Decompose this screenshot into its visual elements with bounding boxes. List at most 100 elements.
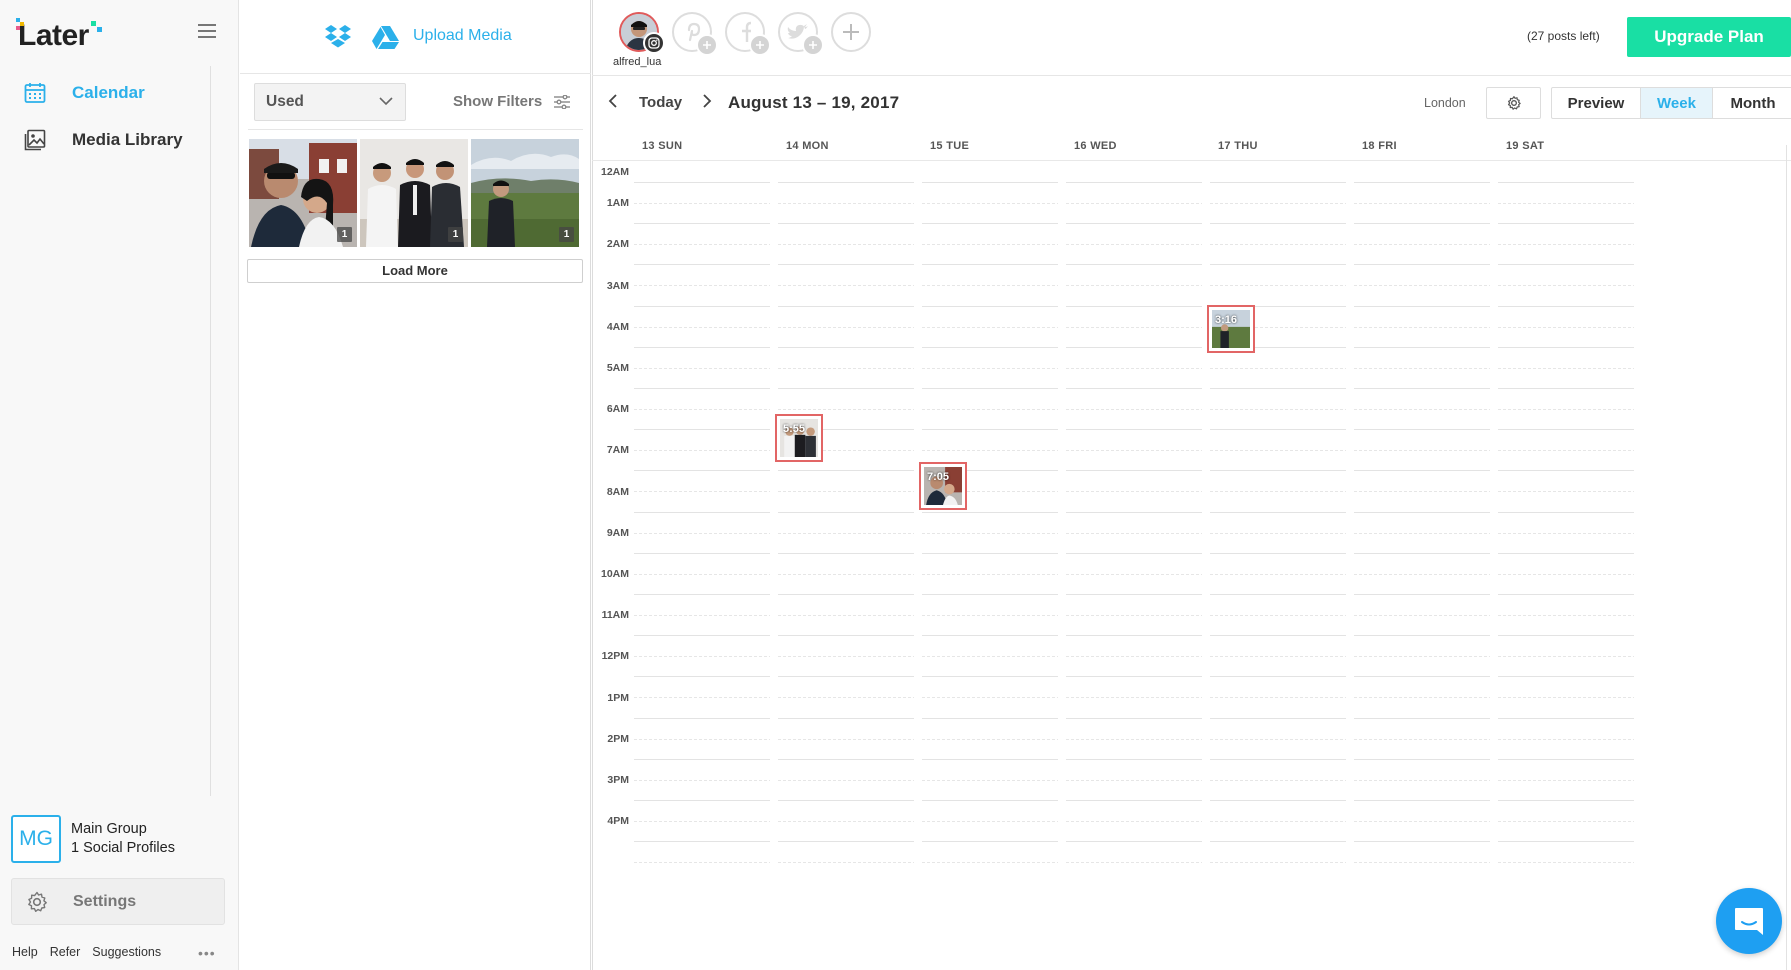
hour-line [1498,470,1634,471]
hour-label: 8AM [606,486,629,498]
group-info: Main Group 1 Social Profiles [71,820,175,858]
hour-line [1354,676,1490,677]
google-drive-icon[interactable] [371,25,400,50]
view-week-button[interactable]: Week [1641,88,1713,118]
half-hour-line [1354,862,1490,863]
hour-line [922,182,1058,183]
later-app: Later Calendar Media Library MG Main Gro… [0,0,1791,970]
suggestions-link[interactable]: Suggestions [92,945,161,959]
hour-line [1066,306,1202,307]
hour-line [1498,841,1634,842]
half-hour-line [1210,533,1346,534]
upgrade-plan-button[interactable]: Upgrade Plan [1627,17,1791,57]
settings-button[interactable]: Settings [11,878,225,925]
chevron-right-icon[interactable] [700,93,714,109]
hamburger-menu-icon[interactable] [198,24,216,38]
sliders-icon [554,94,571,109]
post-thumbnail: 7:05 [924,467,962,505]
half-hour-line [1354,821,1490,822]
add-profile-button[interactable] [831,12,871,52]
media-thumbnail[interactable]: 1 [471,139,579,247]
add-pinterest-profile[interactable] [672,12,718,56]
today-button[interactable]: Today [639,94,682,111]
half-hour-line [1066,574,1202,575]
hour-line [1066,841,1202,842]
more-options-icon[interactable]: ••• [198,945,216,961]
hour-line [634,676,770,677]
half-hour-line [634,656,770,657]
media-thumbnail[interactable]: 1 [249,139,357,247]
view-switcher: Preview Week Month [1551,87,1791,119]
hour-line [778,223,914,224]
half-hour-line [1066,327,1202,328]
media-filter-select[interactable]: Used [254,83,406,121]
hour-line [634,388,770,389]
add-facebook-profile[interactable] [725,12,771,56]
load-more-button[interactable]: Load More [247,259,583,283]
scheduled-post[interactable]: 7:05 [919,462,967,510]
social-profiles-bar: alfred_lua (27 posts left) Upgrade Plan [592,0,1791,76]
half-hour-line [922,862,1058,863]
hour-line [1066,429,1202,430]
calendar-settings-button[interactable] [1486,87,1541,119]
half-hour-line [1210,821,1346,822]
half-hour-line [922,821,1058,822]
post-time: 7:05 [927,471,950,483]
refer-link[interactable]: Refer [50,945,81,959]
hour-line [1210,388,1346,389]
half-hour-line [1066,285,1202,286]
view-month-button[interactable]: Month [1713,88,1791,118]
media-use-count-badge: 1 [559,227,574,242]
hour-label: 6AM [606,403,629,415]
chat-icon [1735,908,1763,935]
day-header: 13 SUN [642,140,683,152]
day-header: 14 MON [786,140,829,152]
scheduled-post[interactable]: 5:55 [775,414,823,462]
half-hour-line [1498,656,1634,657]
timezone-label[interactable]: London [1424,96,1466,110]
show-filters-label: Show Filters [453,93,543,110]
group-switcher[interactable]: MG Main Group 1 Social Profiles [11,815,175,863]
sidebar-item-calendar[interactable]: Calendar [22,80,145,106]
hour-line [1210,759,1346,760]
hour-label: 7AM [606,444,629,456]
view-preview-button[interactable]: Preview [1552,88,1641,118]
hour-line [1354,347,1490,348]
scheduled-post[interactable]: 3:16 [1207,305,1255,353]
half-hour-line [1354,615,1490,616]
hour-line [922,223,1058,224]
half-hour-line [1066,615,1202,616]
media-divider [248,129,583,130]
chat-support-button[interactable] [1716,888,1782,954]
media-use-count-badge: 1 [448,227,463,242]
media-thumbnail[interactable]: 1 [360,139,468,247]
posts-left-count: (27 posts left) [1527,29,1600,43]
hour-line [1066,388,1202,389]
dropbox-icon[interactable] [324,24,352,50]
sidebar-item-media-library[interactable]: Media Library [22,127,183,153]
day-header: 17 THU [1218,140,1258,152]
calendar-toolbar: Today August 13 – 19, 2017 London Previe… [592,77,1791,127]
hour-line [1210,223,1346,224]
hour-line [1498,800,1634,801]
show-filters-button[interactable]: Show Filters [453,93,571,110]
half-hour-line [922,615,1058,616]
upload-media-button[interactable]: Upload Media [413,27,512,45]
half-hour-line [634,862,770,863]
gear-icon [1507,96,1521,110]
plus-icon [802,34,824,56]
day-header: 16 WED [1074,140,1117,152]
half-hour-line [778,409,914,410]
half-hour-line [1210,491,1346,492]
half-hour-line [1066,780,1202,781]
half-hour-line [922,285,1058,286]
hour-line [1066,759,1202,760]
add-twitter-profile[interactable] [778,12,824,56]
half-hour-line [1498,862,1634,863]
calendar-scrollbar[interactable] [1786,145,1787,970]
chevron-left-icon[interactable] [606,93,620,109]
help-link[interactable]: Help [12,945,38,959]
hour-line [922,676,1058,677]
hour-line [1354,635,1490,636]
later-logo[interactable]: Later [16,16,103,56]
